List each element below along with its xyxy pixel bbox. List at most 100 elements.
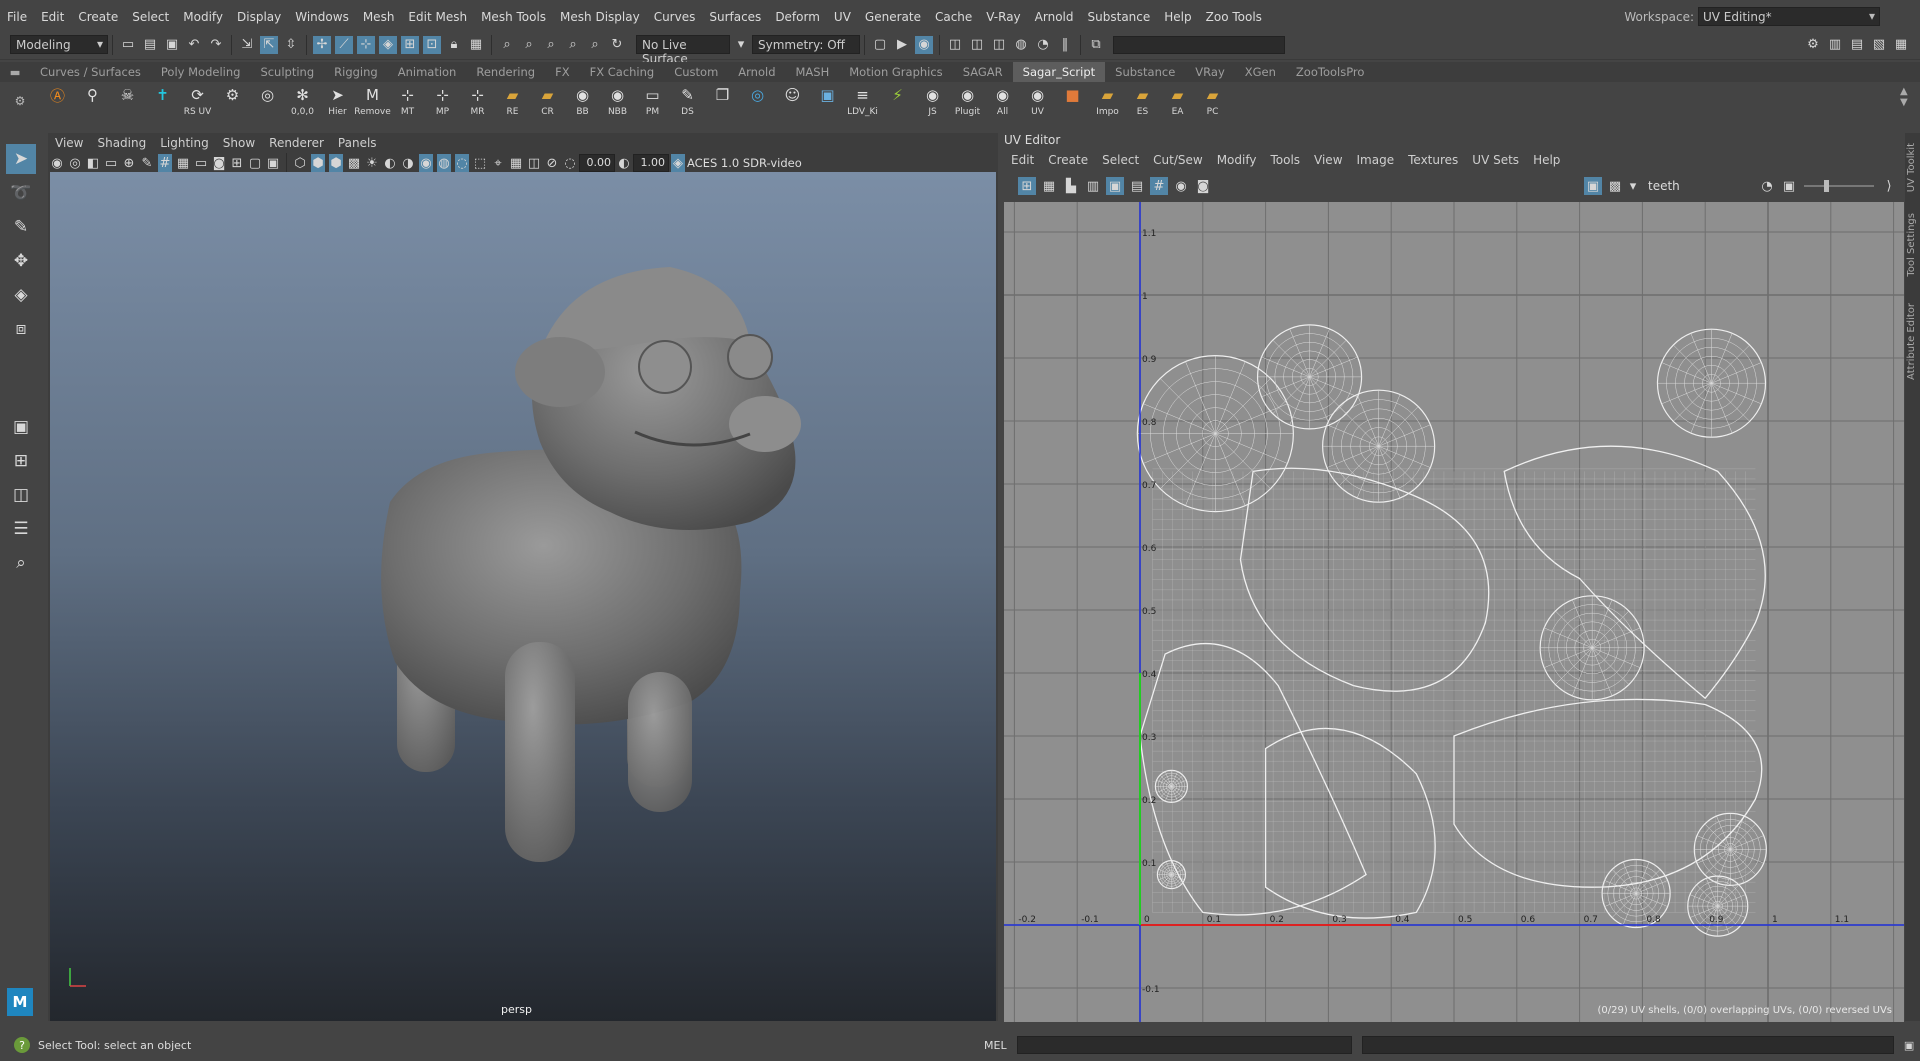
shelf-button-es[interactable]: ▰ ES [1127,83,1159,119]
viewport-3d[interactable] [50,172,996,1021]
ipr-icon[interactable]: ◉ [915,35,933,54]
uv-grid-toggle-icon[interactable]: # [1150,177,1168,195]
script-editor-icon[interactable]: ▣ [1900,1036,1918,1054]
help-icon[interactable]: ? [14,1037,30,1053]
menu-modify[interactable]: Modify [176,10,230,24]
shelf-tab-sagar-script[interactable]: Sagar_Script [1012,62,1106,82]
texture-name[interactable]: teeth [1640,179,1730,193]
quick-search-field[interactable] [1113,35,1285,54]
uv-menu-view[interactable]: View [1307,153,1349,167]
shelf-button-ea[interactable]: ▰ EA [1162,83,1194,119]
zoom-tool-icon[interactable]: ⌕ [6,548,36,578]
shelf-button-re[interactable]: ▰ RE [497,83,529,119]
menu-v-ray[interactable]: V-Ray [979,10,1027,24]
shelf-button-nbb[interactable]: ◉ NBB [602,83,634,119]
shelf-button-pm[interactable]: ▭ PM [637,83,669,119]
uv-menu-tools[interactable]: Tools [1263,153,1307,167]
shelf-button-plugit[interactable]: ◉ Plugit [952,83,984,119]
menu-file[interactable]: File [0,10,34,24]
layers-icon[interactable]: ▦ [1892,36,1910,54]
camera-icon[interactable]: ◫ [946,36,964,54]
resolution-gate-icon[interactable]: ▭ [194,154,208,172]
shelf-tab-sculpting[interactable]: Sculpting [250,62,324,82]
select-hierarchy-icon[interactable]: ⇲ [238,36,256,54]
menu-uv[interactable]: UV [827,10,858,24]
open-scene-icon[interactable]: ▤ [141,36,159,54]
shelf-menu-icon[interactable]: ▬ [0,65,30,79]
uv-menu-textures[interactable]: Textures [1401,153,1465,167]
shelf-tab-animation[interactable]: Animation [388,62,467,82]
viewport-menu-shading[interactable]: Shading [90,136,153,150]
teapot-icon[interactable]: ◔ [1034,36,1052,54]
menu-edit[interactable]: Edit [34,10,71,24]
shelf-button-29[interactable]: ■ [1057,83,1089,119]
shelf-button-remove[interactable]: M Remove [354,83,391,119]
viewport-menu-panels[interactable]: Panels [331,136,384,150]
textured-icon[interactable]: ▩ [347,154,361,172]
unfold-icon[interactable]: ⟩ [1880,177,1898,195]
select-object-icon[interactable]: ⇱ [260,35,278,54]
menu-mesh-tools[interactable]: Mesh Tools [474,10,553,24]
shelf-button-pc[interactable]: ▰ PC [1197,83,1229,119]
single-perspective-icon[interactable]: ▣ [6,412,36,442]
uv-shell[interactable] [1264,727,1436,919]
lasso-icon[interactable]: ⌕ [542,36,560,54]
shelf-tab-poly-modeling[interactable]: Poly Modeling [151,62,251,82]
uv-shading-icon[interactable]: ◉ [1172,177,1190,195]
shelf-button-impo[interactable]: ▰ Impo [1092,83,1124,119]
select-component-icon[interactable]: ⇳ [282,36,300,54]
shelf-tab-curves-surfaces[interactable]: Curves / Surfaces [30,62,151,82]
safe-title-icon[interactable]: ▣ [266,154,280,172]
shelf-button-uv[interactable]: ◉ UV [1022,83,1054,119]
uv-menu-modify[interactable]: Modify [1210,153,1264,167]
viewport-menu-show[interactable]: Show [216,136,262,150]
menu-create[interactable]: Create [71,10,125,24]
attribute-editor-icon[interactable]: ▤ [1848,36,1866,54]
redo-icon[interactable]: ↷ [207,36,225,54]
menu-arnold[interactable]: Arnold [1028,10,1081,24]
menu-display[interactable]: Display [230,10,288,24]
texture-display-icon[interactable]: ▣ [1584,177,1602,195]
shelf-button-21[interactable]: ☺ [777,83,809,119]
shelf-tab-vray[interactable]: VRay [1185,62,1234,82]
shelf-options-icon[interactable]: ⚙ [0,94,40,108]
shelf-tab-rendering[interactable]: Rendering [466,62,545,82]
shelf-button-24[interactable]: ⚡ [882,83,914,119]
gamma-icon[interactable]: ◐ [617,154,631,172]
shelf-button-all[interactable]: ◉ All [987,83,1019,119]
lights-icon[interactable]: ☀ [365,154,379,172]
wireframe-on-shaded-icon[interactable]: ⬢ [329,154,343,172]
menu-surfaces[interactable]: Surfaces [702,10,768,24]
save-scene-icon[interactable]: ▣ [163,36,181,54]
exposure-field[interactable]: 0.00 [579,154,615,172]
rotate-icon[interactable]: ↻ [608,36,626,54]
snap-live-icon[interactable]: ⊡ [423,35,441,54]
snap-together-icon[interactable]: ▦ [467,36,485,54]
select-tool-icon[interactable]: ➤ [6,144,36,174]
shelf-tab-xgen[interactable]: XGen [1235,62,1286,82]
live-surface-field[interactable]: No Live Surface [636,35,730,66]
lasso-icon[interactable]: ⌕ [564,36,582,54]
uv-grid-icon[interactable]: ▥ [1084,177,1102,195]
menu-deform[interactable]: Deform [768,10,827,24]
shelf-button-19[interactable]: ❐ [707,83,739,119]
shelf-tab-sagar[interactable]: SAGAR [953,62,1013,82]
camera-icon[interactable]: ◉ [50,154,64,172]
select-camera-icon[interactable]: ⌖ [491,154,505,172]
exposure-icon[interactable]: ◌ [563,154,577,172]
uv-shell-icon[interactable]: ⊞ [1018,177,1036,195]
shelf-button-1[interactable]: ⚲ [77,83,109,119]
shelf-button-cr[interactable]: ▰ CR [532,83,564,119]
snap-grid-icon[interactable]: ✢ [313,35,331,54]
menu-zoo-tools[interactable]: Zoo Tools [1199,10,1269,24]
gate-mask-icon[interactable]: ◙ [212,154,226,172]
four-view-icon[interactable]: ⊞ [6,446,36,476]
render-view-icon[interactable]: ▢ [871,36,889,54]
shelf-button-hier[interactable]: ➤ Hier [322,83,354,119]
shelf-button-mt[interactable]: ⊹ MT [392,83,424,119]
shelf-button-5[interactable]: ⚙ [217,83,249,119]
sidebar-toggle-icon[interactable]: ⧉ [1087,36,1105,54]
attribute-editor-tab[interactable]: Attribute Editor [1906,303,1917,380]
shelf-tab-fx-caching[interactable]: FX Caching [580,62,665,82]
uv-menu-edit[interactable]: Edit [1004,153,1041,167]
